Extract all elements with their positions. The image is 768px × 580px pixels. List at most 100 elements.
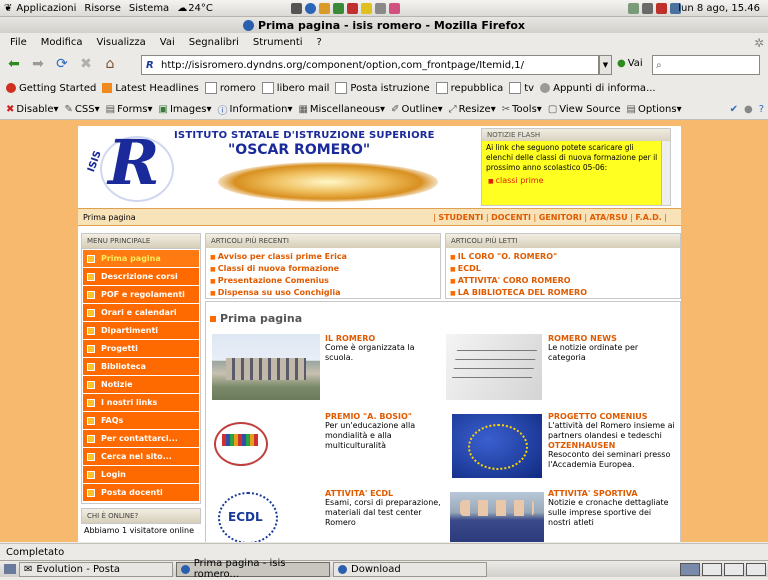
task-evolution[interactable]: ✉ Evolution - Posta [19,561,173,577]
dev-resize[interactable]: ⤢ Resize ▾ [449,104,496,115]
eu-flag-image[interactable] [452,414,542,478]
menu-help[interactable]: ? [317,37,322,48]
toplink-ata-rsu[interactable]: ATA/RSU [590,213,628,222]
workspace-switcher[interactable] [678,562,766,576]
menu-item-progetti[interactable]: Progetti [83,340,199,357]
menu-item-descrizione-corsi[interactable]: Descrizione corsi [83,268,199,285]
dev-options[interactable]: ▤ Options ▾ [627,104,682,115]
menu-strumenti[interactable]: Strumenti [253,37,303,48]
menu-vai[interactable]: Vai [160,37,175,48]
cell-title-attivita-ecdl[interactable]: ATTIVITA' ECDL [325,489,441,498]
dev-view-source[interactable]: ▢ View Source [548,104,621,115]
most-read-link[interactable]: IL CORO "O. ROMERO" [446,251,680,263]
menu-item-faqs[interactable]: FAQs [83,412,199,429]
handwriting-image[interactable] [446,334,542,400]
menu-file[interactable]: File [10,37,27,48]
flash-link-classi-prime[interactable]: ■ classi prime [482,176,670,185]
dev-images[interactable]: ▣ Images ▾ [159,104,212,115]
menu-item-biblioteca[interactable]: Biblioteca [83,358,199,375]
most-read-link[interactable]: LA BIBLIOTECA DEL ROMERO [446,287,680,299]
dev-miscellaneous[interactable]: ▦ Miscellaneous ▾ [298,104,385,115]
validate-icon[interactable]: ✔ [730,104,738,115]
menu-item-orari[interactable]: Orari e calendari [83,304,199,321]
bookmark-libero-mail[interactable]: libero mail [261,82,329,94]
menu-applicazioni[interactable]: Applicazioni [16,3,76,14]
home-button[interactable]: ⌂ [100,54,120,74]
menu-sistema[interactable]: Sistema [129,3,169,14]
status-grey-icon[interactable]: ● [744,104,753,115]
tray-battery-icon[interactable] [628,2,639,14]
dev-tools[interactable]: ✂ Tools ▾ [502,104,542,115]
menu-segnalibri[interactable]: Segnalibri [189,37,239,48]
recent-article-link[interactable]: Avviso per classi prime Erica [206,251,440,263]
launcher-terminal-icon[interactable] [290,2,302,14]
toplink-genitori[interactable]: GENITORI [539,213,582,222]
menu-item-prima-pagina[interactable]: Prima pagina [83,250,199,267]
menu-item-posta-docenti[interactable]: Posta docenti [83,484,199,501]
launcher-draw-icon[interactable] [360,2,372,14]
most-read-link[interactable]: ATTIVITA' CORO ROMERO [446,275,680,287]
menu-item-dipartimenti[interactable]: Dipartimenti [83,322,199,339]
launcher-tools-icon[interactable] [374,2,386,14]
go-button[interactable]: ● Vai [617,58,643,69]
dev-outline[interactable]: ✐ Outline ▾ [391,104,443,115]
launcher-calc-icon[interactable] [346,2,358,14]
url-text[interactable]: http://isisromero.dyndns.org/component/o… [161,60,524,71]
ecdl-logo[interactable]: ECDL [214,492,280,542]
dev-css[interactable]: ✎ CSS ▾ [65,104,100,115]
menu-item-login[interactable]: Login [83,466,199,483]
show-desktop-icon[interactable] [4,564,16,574]
dev-forms[interactable]: ▤ Forms ▾ [106,104,153,115]
bookmark-latest-headlines[interactable]: Latest Headlines [102,83,199,94]
back-button[interactable]: ⬅ [4,54,24,74]
bookmark-romero[interactable]: romero [204,82,256,94]
task-download[interactable]: Download [333,561,487,577]
clock[interactable]: lun 8 ago, 15.46 [678,3,760,14]
cell-title-il-romero[interactable]: IL ROMERO [325,334,437,343]
menu-visualizza[interactable]: Visualizza [97,37,146,48]
menu-risorse[interactable]: Risorse [84,3,121,14]
menu-item-links[interactable]: I nostri links [83,394,199,411]
cell-title-romero-news[interactable]: ROMERO NEWS [548,334,676,343]
tray-update-icon[interactable] [656,2,667,14]
url-dropdown-button[interactable]: ▼ [599,55,612,75]
toplink-fad[interactable]: F.A.D. [635,213,661,222]
reload-button[interactable]: ⟳ [52,54,72,74]
recent-article-link[interactable]: Classi di nuova formazione [206,263,440,275]
launcher-mail-icon[interactable] [318,2,330,14]
toplink-docenti[interactable]: DOCENTI [491,213,531,222]
bookmark-getting-started[interactable]: Getting Started [6,83,96,94]
launcher-help-icon[interactable] [388,2,400,14]
recent-article-link[interactable]: Presentazione Comenius [206,275,440,287]
dev-information[interactable]: ⓘ Information ▾ [218,102,293,117]
url-bar[interactable]: R http://isisromero.dyndns.org/component… [141,55,599,75]
bookmark-tv[interactable]: tv [509,82,534,94]
task-firefox[interactable]: Prima pagina - isis romero... [176,558,330,580]
tray-volume-icon[interactable] [642,2,653,14]
menu-item-contattarci[interactable]: Per contattarci... [83,430,199,447]
bookmark-repubblica[interactable]: repubblica [435,82,503,94]
dev-disable[interactable]: ✖ Disable ▾ [6,104,59,115]
athletes-photo[interactable] [450,492,544,542]
flash-scrollbar[interactable] [661,141,670,205]
stop-button[interactable]: ✖ [76,54,96,74]
menu-item-notizie[interactable]: Notizie [83,376,199,393]
menu-modifica[interactable]: Modifica [41,37,83,48]
forward-button[interactable]: ➡ [28,54,48,74]
premio-bosio-logo[interactable] [214,422,268,466]
foot-icon[interactable]: ❦ [4,3,12,14]
cell-title-progetto-comenius[interactable]: PROGETTO COMENIUS [548,412,676,421]
cell-title-attivita-sportiva[interactable]: ATTIVITA' SPORTIVA [548,489,676,498]
school-building-image[interactable] [212,334,320,400]
bookmark-appunti[interactable]: Appunti di informa... [540,83,656,94]
launcher-firefox-icon[interactable] [304,2,316,14]
most-read-link[interactable]: ECDL [446,263,680,275]
cell-title-otzenhausen[interactable]: OTZENHAUSEN [548,441,676,450]
cell-title-premio-bosio[interactable]: PREMIO "A. BOSIO" [325,412,441,421]
search-input[interactable]: ⌕ [652,55,760,75]
menu-item-cerca[interactable]: Cerca nel sito... [83,448,199,465]
menu-item-pof[interactable]: POF e regolamenti [83,286,199,303]
toplink-studenti[interactable]: STUDENTI [438,213,483,222]
recent-article-link[interactable]: Dispensa su uso Conchiglia [206,287,440,299]
bookmark-posta-istruzione[interactable]: Posta istruzione [335,82,430,94]
